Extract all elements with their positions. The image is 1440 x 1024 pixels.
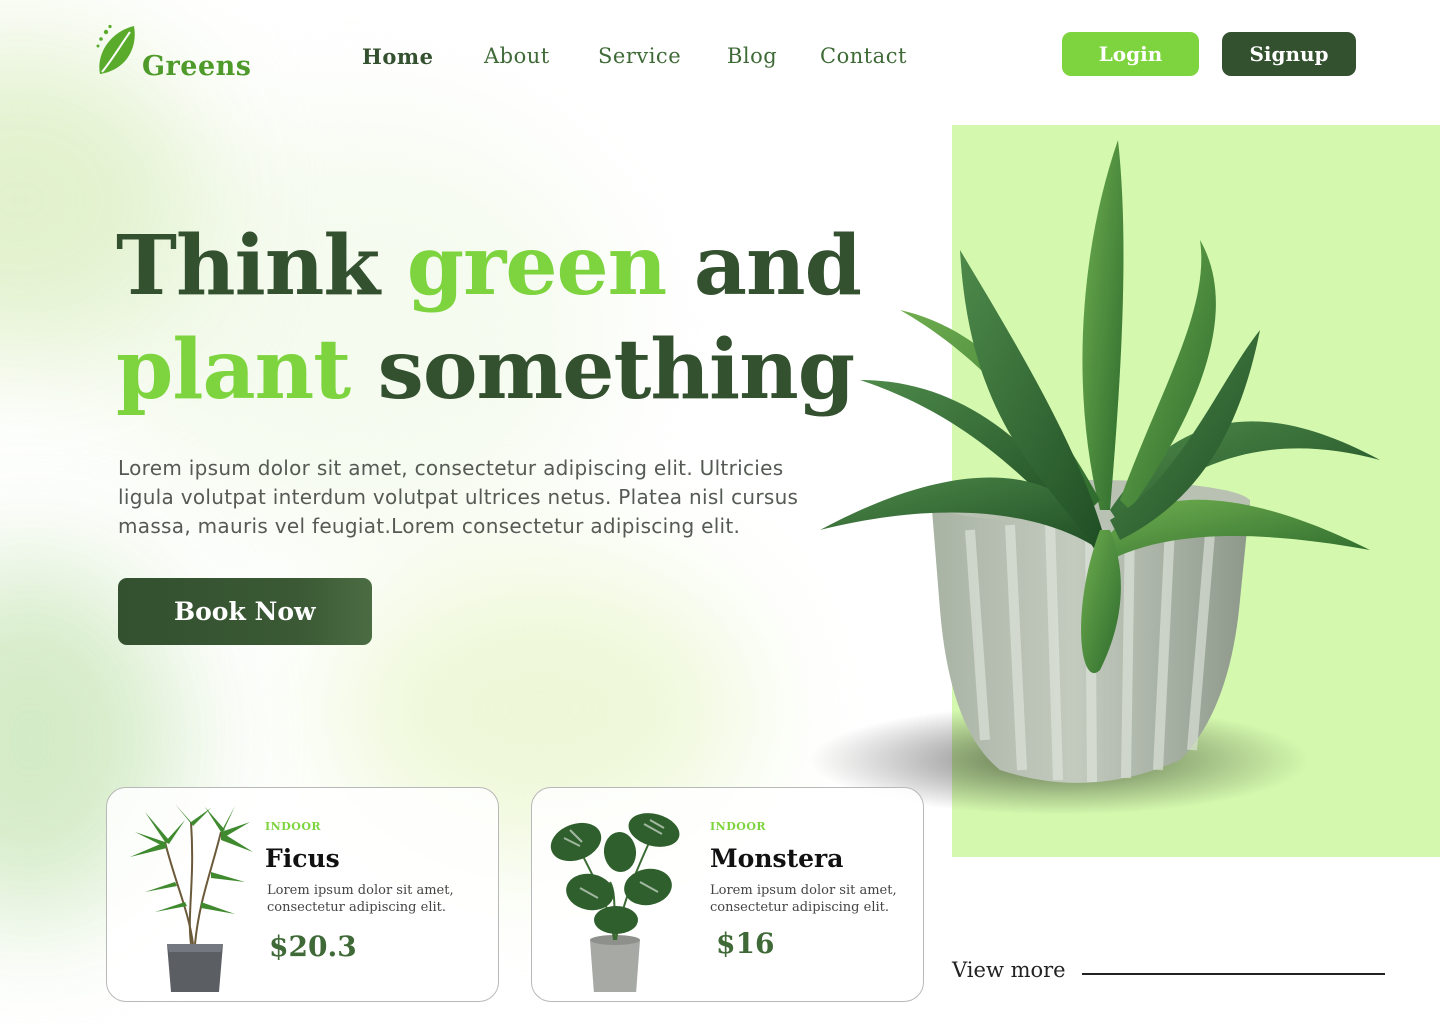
product-name: Monstera [710, 844, 844, 873]
leaf-icon [96, 24, 135, 74]
view-more-link[interactable]: View more [952, 958, 1066, 982]
product-card-monstera[interactable]: INDOOR Monstera Lorem ipsum dolor sit am… [531, 787, 924, 1002]
view-more-divider [1082, 973, 1385, 975]
product-tag: INDOOR [710, 820, 767, 833]
hero-title-part1: Think [116, 218, 407, 314]
nav-service[interactable]: Service [598, 44, 727, 69]
brand-logo[interactable]: Greens [96, 24, 251, 80]
potted-plant-image [810, 140, 1380, 815]
login-button[interactable]: Login [1062, 32, 1199, 76]
ficus-plant-image [130, 804, 253, 992]
product-card-ficus[interactable]: INDOOR Ficus Lorem ipsum dolor sit amet,… [106, 787, 499, 1002]
product-tag: INDOOR [265, 820, 322, 833]
main-nav: Home About Service Blog Contact [362, 44, 907, 69]
hero-description: Lorem ipsum dolor sit amet, consectetur … [118, 456, 799, 538]
nav-blog[interactable]: Blog [727, 44, 820, 69]
hero-title: Think green and plant something [116, 214, 876, 422]
book-now-button[interactable]: Book Now [118, 578, 372, 645]
product-description: Lorem ipsum dolor sit amet, consectetur … [267, 883, 454, 915]
hero-title-accent2: plant [116, 322, 351, 418]
product-price: $20.3 [269, 930, 357, 963]
signup-button[interactable]: Signup [1222, 32, 1356, 76]
hero-title-accent1: green [406, 218, 667, 314]
product-description: Lorem ipsum dolor sit amet, consectetur … [710, 883, 897, 915]
nav-home[interactable]: Home [362, 44, 484, 69]
nav-contact[interactable]: Contact [820, 44, 907, 69]
nav-about[interactable]: About [484, 44, 598, 69]
product-name: Ficus [265, 844, 340, 873]
monstera-plant-image [550, 813, 680, 992]
product-price: $16 [716, 927, 775, 960]
hero-title-part3: something [350, 322, 855, 418]
brand-name: Greens [142, 51, 252, 82]
